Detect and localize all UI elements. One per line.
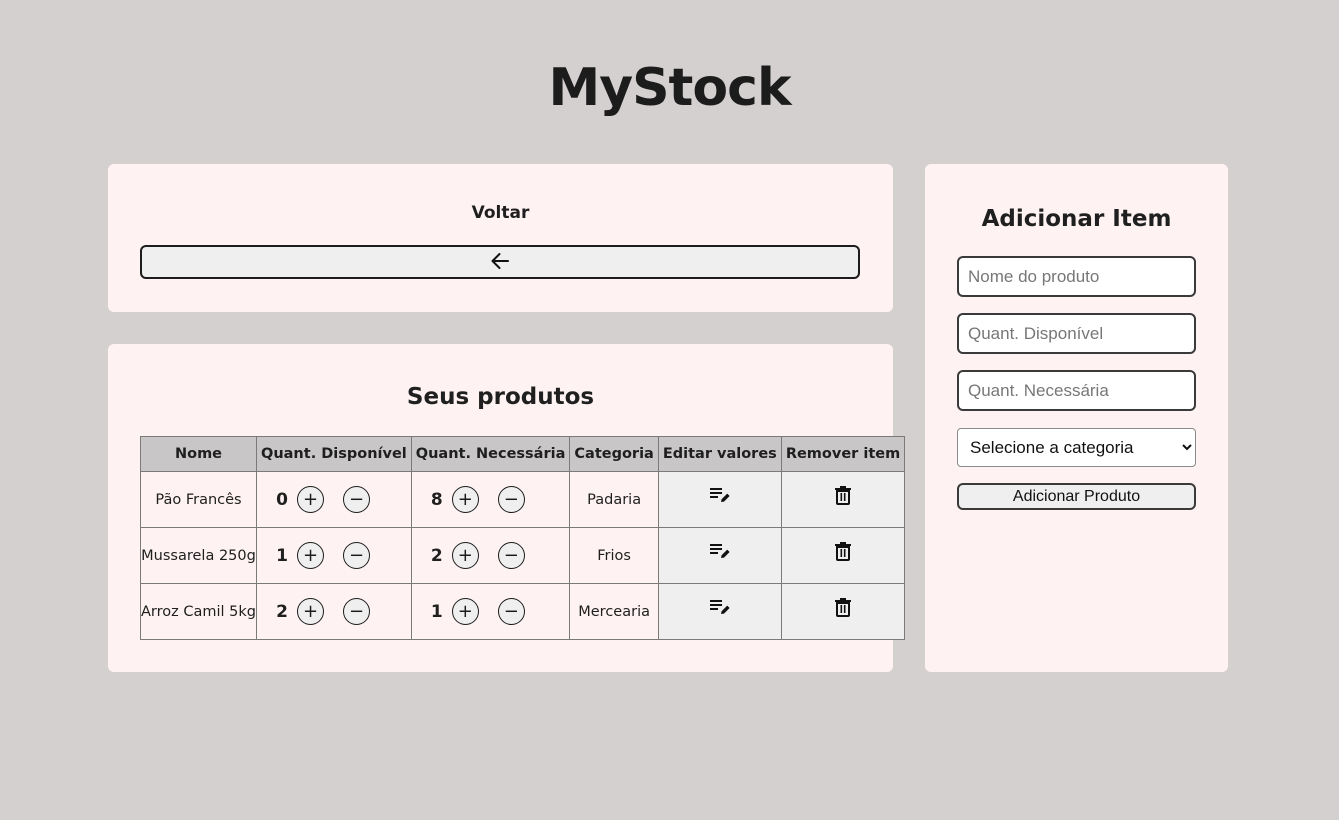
table-header-row: Nome Quant. Disponível Quant. Necessária…	[140, 436, 906, 472]
back-button[interactable]	[140, 245, 860, 279]
products-panel: Seus produtos Nome Quant. Disponível Qua…	[108, 344, 906, 672]
edit-cell	[657, 471, 782, 528]
product-name-cell: Arroz Camil 5kg	[140, 583, 257, 640]
arrow-left-icon	[490, 252, 510, 273]
category-cell: Frios	[569, 527, 659, 584]
remove-cell	[780, 471, 906, 528]
needed-cell: 1 + −	[410, 583, 571, 640]
products-table: Nome Quant. Disponível Quant. Necessária…	[140, 436, 906, 640]
edit-button[interactable]	[709, 486, 731, 507]
increase-available-button[interactable]: +	[297, 542, 324, 569]
app-title: MyStock	[548, 58, 791, 118]
needed-quantity-input[interactable]	[957, 370, 1196, 411]
back-heading: Voltar	[471, 203, 530, 223]
needed-value: 2	[430, 545, 443, 566]
increase-available-button[interactable]: +	[297, 486, 324, 513]
increase-available-button[interactable]: +	[297, 598, 324, 625]
table-row: Pão Francês 0 + − 8 + − Padaria	[140, 471, 906, 528]
edit-button[interactable]	[709, 542, 731, 563]
product-name-cell: Pão Francês	[140, 471, 257, 528]
remove-cell	[780, 527, 906, 584]
available-quantity-input[interactable]	[957, 313, 1196, 354]
product-name-cell: Mussarela 250g	[140, 527, 257, 584]
remove-button[interactable]	[834, 485, 852, 508]
column-header-needed: Quant. Necessária	[410, 436, 571, 472]
available-cell: 0 + −	[256, 471, 412, 528]
decrease-needed-button[interactable]: −	[497, 598, 525, 625]
column-header-remove: Remover item	[780, 436, 906, 472]
add-item-heading: Adicionar Item	[981, 206, 1172, 232]
remove-button[interactable]	[834, 541, 852, 564]
edit-button[interactable]	[709, 598, 731, 619]
decrease-available-button[interactable]: −	[343, 486, 370, 513]
increase-needed-button[interactable]: +	[451, 598, 479, 625]
category-select[interactable]: Selecione a categoria	[957, 428, 1196, 467]
needed-value: 8	[430, 489, 443, 510]
available-value: 1	[276, 545, 288, 566]
needed-cell: 8 + −	[410, 471, 571, 528]
table-row: Mussarela 250g 1 + − 2 + − Frios	[140, 527, 906, 584]
edit-list-icon	[709, 542, 731, 563]
decrease-needed-button[interactable]: −	[497, 542, 525, 569]
edit-cell	[657, 583, 782, 640]
available-cell: 1 + −	[256, 527, 412, 584]
table-row: Arroz Camil 5kg 2 + − 1 + − Mercearia	[140, 583, 906, 640]
available-value: 2	[276, 601, 288, 622]
remove-cell	[780, 583, 906, 640]
decrease-available-button[interactable]: −	[343, 542, 370, 569]
increase-needed-button[interactable]: +	[451, 486, 479, 513]
available-value: 0	[276, 489, 288, 510]
category-cell: Mercearia	[569, 583, 659, 640]
remove-button[interactable]	[834, 597, 852, 620]
trash-icon	[834, 597, 852, 620]
category-cell: Padaria	[569, 471, 659, 528]
trash-icon	[834, 541, 852, 564]
column-header-nome: Nome	[140, 436, 257, 472]
product-name-input[interactable]	[957, 256, 1196, 297]
decrease-needed-button[interactable]: −	[497, 486, 525, 513]
trash-icon	[834, 485, 852, 508]
column-header-edit: Editar valores	[657, 436, 782, 472]
increase-needed-button[interactable]: +	[451, 542, 479, 569]
needed-cell: 2 + −	[410, 527, 571, 584]
add-product-button[interactable]: Adicionar Produto	[957, 483, 1196, 510]
back-panel: Voltar	[108, 164, 893, 312]
edit-list-icon	[709, 486, 731, 507]
available-cell: 2 + −	[256, 583, 412, 640]
needed-value: 1	[430, 601, 443, 622]
products-heading: Seus produtos	[406, 384, 595, 410]
column-header-available: Quant. Disponível	[256, 436, 412, 472]
add-item-panel: Adicionar Item Selecione a categoria Adi…	[925, 164, 1228, 672]
column-header-category: Categoria	[569, 436, 659, 472]
decrease-available-button[interactable]: −	[343, 598, 370, 625]
edit-cell	[657, 527, 782, 584]
edit-list-icon	[709, 598, 731, 619]
